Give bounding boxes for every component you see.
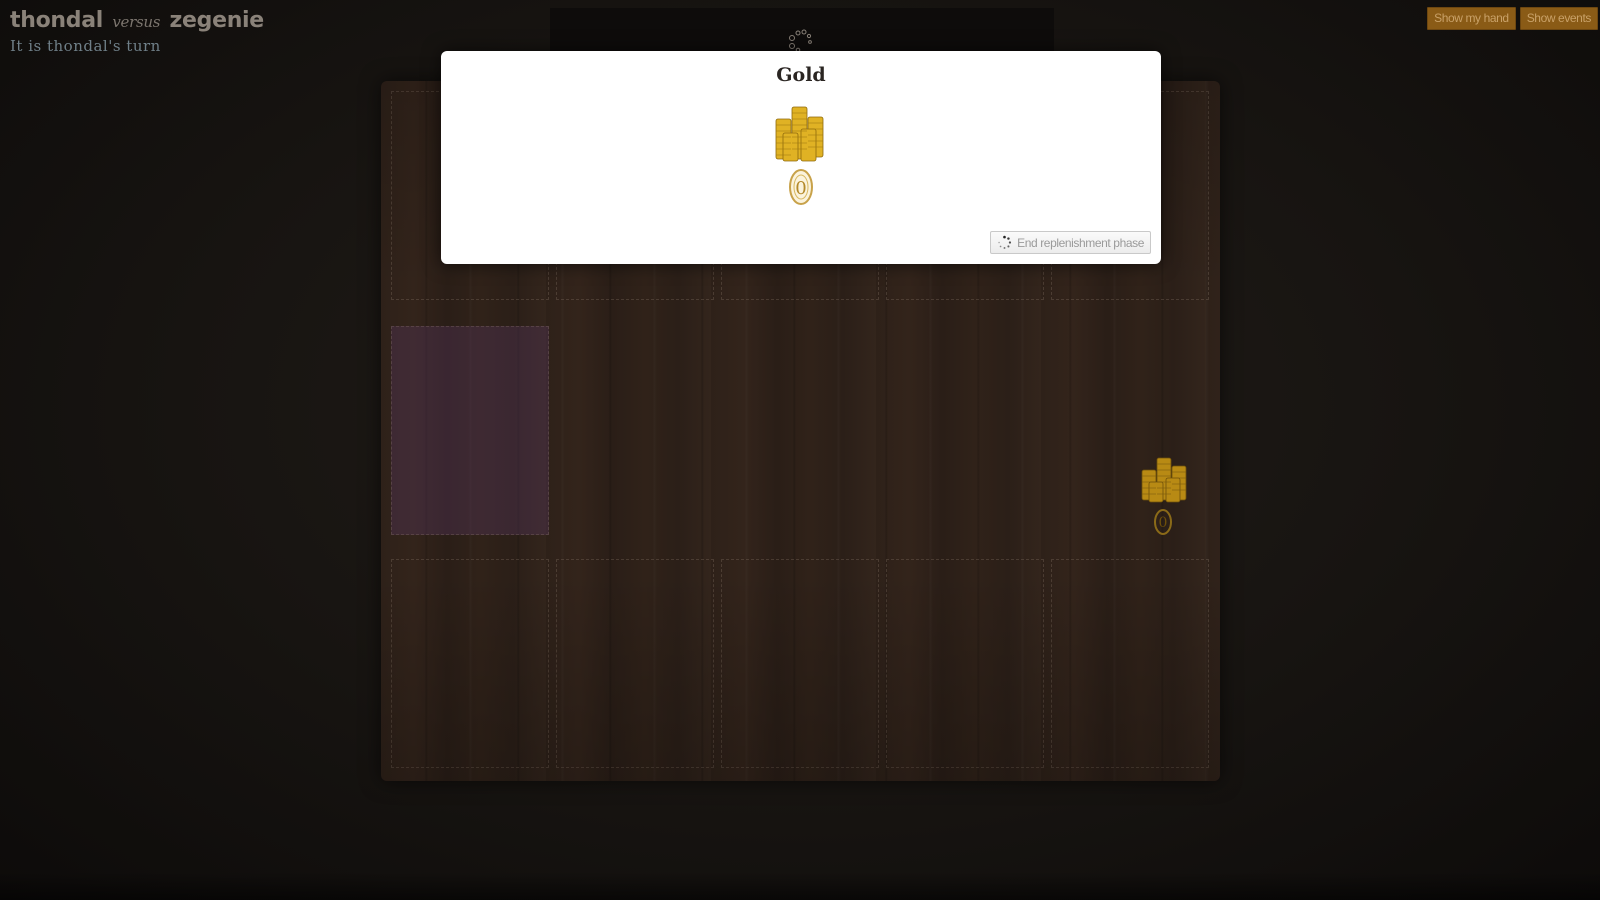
bottom-shade [0, 872, 1600, 900]
versus-label: versus [112, 13, 161, 31]
board-slot-bottom-1[interactable] [391, 559, 549, 768]
gold-display: 0 [773, 103, 829, 207]
board-slot-bottom-5[interactable] [1051, 559, 1209, 768]
player-two-name: zegenie [169, 8, 265, 33]
board-slot-deck-highlight[interactable] [391, 326, 549, 535]
dialog-title: Gold [776, 64, 826, 86]
player-one-name: thondal [10, 8, 103, 33]
show-events-button[interactable]: Show events [1519, 7, 1598, 30]
show-my-hand-button[interactable]: Show my hand [1427, 7, 1516, 30]
top-button-bar: Show my hand Show events [1427, 7, 1598, 30]
side-gold-count: 0 [1159, 515, 1168, 531]
board-slot-bottom-4[interactable] [886, 559, 1044, 768]
gold-coins-icon: 0 [1141, 457, 1187, 535]
game-page: thondal versus zegenie It is thondal's t… [0, 0, 1600, 900]
loading-spinner-icon [998, 235, 1012, 249]
matchup-title: thondal versus zegenie [10, 8, 264, 33]
gold-coins-icon: 0 [775, 106, 824, 205]
end-button-label: End replenishment phase [1017, 235, 1144, 250]
player-gold-pile[interactable]: 0 [1138, 448, 1194, 536]
turn-indicator: It is thondal's turn [10, 37, 161, 55]
board-slot-bottom-2[interactable] [556, 559, 714, 768]
gold-dialog: Gold 0 End replenishment phase [441, 51, 1161, 264]
board-slot-bottom-3[interactable] [721, 559, 879, 768]
gold-count: 0 [795, 178, 806, 199]
end-replenishment-phase-button[interactable]: End replenishment phase [990, 231, 1151, 254]
